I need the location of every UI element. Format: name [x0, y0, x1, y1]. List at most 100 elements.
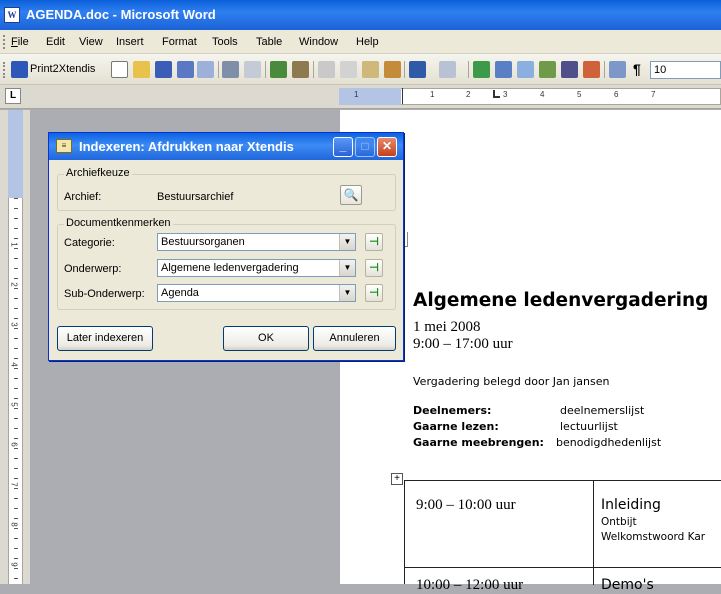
- vruler-tick: [14, 218, 18, 219]
- vruler-tick: [14, 288, 18, 289]
- hruler-number: 7: [651, 90, 656, 99]
- agenda-table[interactable]: 9:00 – 10:00 uur Inleiding Ontbijt Welko…: [404, 480, 721, 593]
- menu-edit[interactable]: Edit: [46, 36, 65, 48]
- insert-table-icon[interactable]: [517, 61, 534, 78]
- print2xtendis-button[interactable]: Print2Xtendis: [30, 63, 95, 75]
- category-select[interactable]: Bestuursorganen ▼: [157, 233, 356, 251]
- email-icon[interactable]: [197, 61, 214, 78]
- dialog-title-bar[interactable]: ≡ Indexeren: Afdrukken naar Xtendis _ □ …: [49, 133, 403, 160]
- cut-icon[interactable]: [318, 61, 335, 78]
- table-cell-item[interactable]: Ontbijt: [601, 516, 637, 528]
- table-move-handle-icon[interactable]: +: [391, 473, 403, 485]
- vruler-tick: [14, 338, 18, 339]
- undo-icon[interactable]: [409, 61, 426, 78]
- show-formatting-icon[interactable]: ¶: [633, 61, 641, 77]
- table-cell-title[interactable]: Inleiding: [601, 497, 661, 513]
- reading-value[interactable]: lectuurlijst: [560, 420, 618, 433]
- tables-borders-icon[interactable]: [495, 61, 512, 78]
- bring-value[interactable]: benodigdhedenlijst: [556, 436, 661, 449]
- redo-icon[interactable]: [439, 61, 456, 78]
- cancel-button[interactable]: Annuleren: [313, 326, 396, 351]
- format-painter-icon[interactable]: [384, 61, 401, 78]
- later-index-button[interactable]: Later indexeren: [57, 326, 153, 351]
- vruler-tick: [14, 518, 18, 519]
- new-document-icon[interactable]: [111, 61, 128, 78]
- menu-table[interactable]: Table: [256, 36, 282, 48]
- copy-icon[interactable]: [340, 61, 357, 78]
- window-title: AGENDA.doc - Microsoft Word: [26, 7, 216, 22]
- print-preview-icon[interactable]: [244, 61, 261, 78]
- vruler-tick: [14, 478, 18, 479]
- toolbar-separator: [218, 61, 219, 78]
- close-icon[interactable]: ✕: [377, 137, 397, 157]
- save-icon[interactable]: [155, 61, 172, 78]
- chevron-down-icon[interactable]: ▼: [339, 260, 355, 276]
- menu-view[interactable]: View: [79, 36, 103, 48]
- menu-window[interactable]: Window: [299, 36, 338, 48]
- table-cell-time[interactable]: 9:00 – 10:00 uur: [416, 497, 516, 514]
- hyperlink-icon[interactable]: [473, 61, 490, 78]
- print2xtendis-icon[interactable]: [11, 61, 28, 78]
- menu-help[interactable]: Help: [356, 36, 379, 48]
- participants-value[interactable]: deelnemerslijst: [560, 404, 644, 417]
- archive-label: Archief:: [64, 191, 102, 203]
- table-cell-item[interactable]: Welkomstwoord Kar: [601, 531, 705, 543]
- vruler-tick: [14, 248, 18, 249]
- document-map-icon[interactable]: [609, 61, 626, 78]
- vruler-tick: [14, 578, 18, 579]
- menubar-grip[interactable]: [3, 35, 6, 49]
- research-icon[interactable]: [292, 61, 309, 78]
- vruler-tick: [14, 308, 18, 309]
- menu-insert[interactable]: Insert: [116, 36, 144, 48]
- vruler-number: 8: [9, 522, 19, 527]
- browse-binoculars-icon[interactable]: 🔍: [340, 185, 362, 205]
- vruler-number: 7: [9, 482, 19, 487]
- vruler-number: 9: [9, 562, 19, 567]
- pin-subject-icon[interactable]: ⊣: [365, 259, 383, 277]
- menu-tools[interactable]: Tools: [212, 36, 238, 48]
- zoom-box[interactable]: 10: [650, 61, 721, 79]
- menu-file[interactable]: File: [11, 36, 29, 48]
- table-cell-title[interactable]: Demo's: [601, 577, 654, 593]
- vruler-number: 4: [9, 362, 19, 367]
- organized-by[interactable]: Vergadering belegd door Jan jansen: [413, 375, 609, 388]
- vruler-tick: [14, 318, 18, 319]
- spelling-icon[interactable]: [270, 61, 287, 78]
- vruler-tick: [14, 468, 18, 469]
- document-heading[interactable]: Algemene ledenvergadering: [413, 290, 708, 311]
- toolbar-separator: [404, 61, 405, 78]
- minimize-icon[interactable]: _: [333, 137, 353, 157]
- tab-stop-icon[interactable]: [493, 90, 500, 98]
- indent-marker-icon[interactable]: [402, 88, 410, 104]
- tab-selector[interactable]: L: [5, 88, 21, 104]
- participants-label: Deelnemers:: [413, 404, 492, 417]
- pin-subsubject-icon[interactable]: ⊣: [365, 284, 383, 302]
- insert-excel-icon[interactable]: [539, 61, 556, 78]
- word-app-icon[interactable]: W: [4, 7, 20, 23]
- ok-button[interactable]: OK: [223, 326, 309, 351]
- crop-mark: [407, 232, 408, 247]
- paste-icon[interactable]: [362, 61, 379, 78]
- document-date[interactable]: 1 mei 2008: [413, 319, 481, 336]
- vruler-tick: [14, 538, 18, 539]
- document-time[interactable]: 9:00 – 17:00 uur: [413, 336, 513, 353]
- subsubject-select[interactable]: Agenda ▼: [157, 284, 356, 302]
- chevron-down-icon[interactable]: ▼: [339, 285, 355, 301]
- subject-select[interactable]: Algemene ledenvergadering ▼: [157, 259, 356, 277]
- toolbar-grip[interactable]: [3, 62, 6, 78]
- pin-category-icon[interactable]: ⊣: [365, 233, 383, 251]
- drawing-icon[interactable]: [583, 61, 600, 78]
- chevron-down-icon[interactable]: ▼: [339, 234, 355, 250]
- permission-icon[interactable]: [177, 61, 194, 78]
- vruler-tick: [14, 558, 18, 559]
- open-folder-icon[interactable]: [133, 61, 150, 78]
- menu-format[interactable]: Format: [162, 36, 197, 48]
- vruler-tick: [14, 428, 18, 429]
- print-icon[interactable]: [222, 61, 239, 78]
- toolbar-separator: [468, 61, 469, 78]
- table-cell-time[interactable]: 10:00 – 12:00 uur: [416, 577, 523, 594]
- vruler-tick: [14, 268, 18, 269]
- category-label: Categorie:: [64, 237, 115, 249]
- vruler-tick: [14, 328, 18, 329]
- columns-icon[interactable]: [561, 61, 578, 78]
